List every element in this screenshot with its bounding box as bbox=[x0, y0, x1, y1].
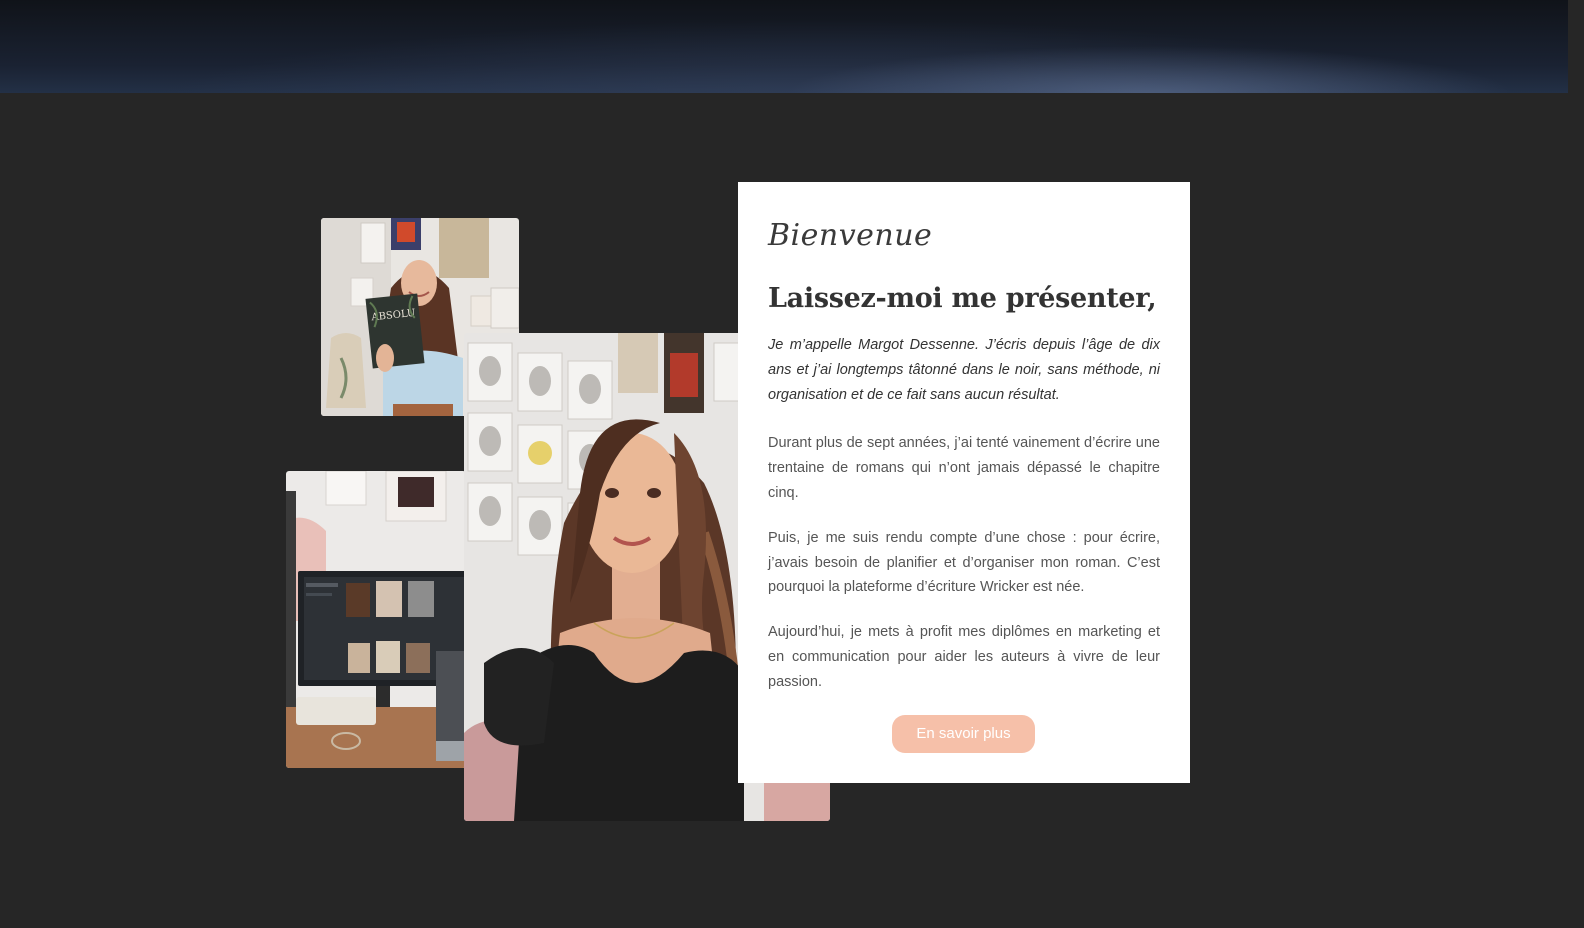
about-paragraph: Aujourd’hui, je mets à profit mes diplôm… bbox=[768, 624, 1160, 690]
about-intro: Je m’appelle Margot Dessenne. J’écris de… bbox=[768, 337, 1160, 403]
hero-banner-bottom bbox=[0, 0, 1584, 93]
learn-more-button[interactable]: En savoir plus bbox=[892, 715, 1035, 753]
about-card: Bienvenue Laissez-moi me présenter, Je m… bbox=[738, 182, 1190, 783]
about-title: Laissez-moi me présenter, bbox=[768, 283, 1157, 314]
about-paragraph: Puis, je me suis rendu compte d’une chos… bbox=[768, 529, 1160, 596]
scrollbar[interactable] bbox=[1568, 0, 1584, 928]
desk-monitor-photo bbox=[286, 471, 466, 768]
welcome-script-heading: Bienvenue bbox=[768, 218, 933, 253]
about-paragraph: Durant plus de sept années, j’ai tenté v… bbox=[768, 435, 1160, 501]
